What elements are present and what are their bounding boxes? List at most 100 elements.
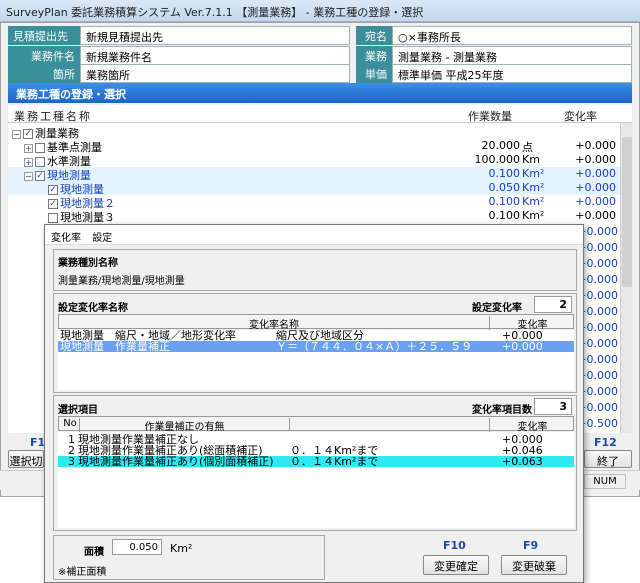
checkbox[interactable] [35, 143, 45, 153]
estimate-to-label: 見積提出先 [8, 26, 80, 45]
setting-title: 設定変化率名称 [58, 303, 128, 314]
select-grid[interactable]: 1 現地測量作業量補正なし +0.000 2 現地測量作業量補正あり(総面積補正) ０．１… [58, 432, 574, 528]
select-rate: +0.000 [502, 434, 543, 445]
select-no: 1 [68, 434, 75, 445]
area-unit: Km² [170, 542, 193, 555]
item-quantity: 0.050 [488, 181, 521, 194]
setting-name: 現地測量 縮尺・地域／地形変化率 [60, 330, 236, 341]
expander-icon[interactable]: + [24, 157, 33, 167]
num-indicator: NUM [584, 474, 626, 489]
rate-setting-dialog: 変化率 設定 業務種別名称 測量業務/現地測量/現地測量 設定変化率名称 設定変… [44, 224, 584, 583]
setting-detail: 縮尺及び地域区分 [276, 330, 364, 341]
select-name: 現地測量作業量補正なし [78, 434, 199, 445]
select-panel: 選択項目 変化率項目数 3 No 作業量補正の有無 変化率 1 現地測量作業量補正… [53, 395, 577, 531]
list-item[interactable]: ✓ 現地測量２ 0.100 Km² +0.000 [8, 195, 620, 210]
expander-icon[interactable]: − [24, 171, 33, 181]
select-row[interactable]: 1 現地測量作業量補正なし +0.000 [58, 434, 574, 445]
setting-row[interactable]: 現地測量 作業量補正 Ｙ＝（７４４．０４×Ａ）＋２５．５９ +0.000 [58, 341, 574, 352]
column-name-header: 業務工種名称 [14, 110, 92, 123]
select-name: 現地測量作業量補正あり(個別面積補正) [78, 456, 274, 467]
area-panel: 面積 Km² ※補正面積 [53, 535, 325, 580]
area-note: ※補正面積 [58, 567, 107, 578]
select-no: 2 [68, 445, 75, 456]
select-row[interactable]: 3 現地測量作業量補正あり(個別面積補正) ０．１４Km²まで +0.063 [58, 456, 574, 467]
scrollbar-thumb[interactable] [622, 137, 632, 287]
unit-price-value: 標準単価 平成25年度 [392, 64, 632, 83]
recipient-value: ○×事務所長 [392, 26, 632, 45]
setting-rate-panel: 設定変化率名称 設定変化率 2 変化率名称 変化率 現地測量 縮尺・地域／地形変… [53, 293, 577, 393]
select-rate: +0.046 [502, 445, 543, 456]
item-rate: +0.000 [575, 139, 616, 152]
list-scrollbar[interactable] [620, 123, 632, 433]
item-quantity: 100.000 [474, 153, 521, 166]
checkbox[interactable] [35, 157, 45, 167]
select-title: 選択項目 [58, 405, 98, 416]
checkbox[interactable]: ✓ [48, 199, 58, 209]
setting-grid[interactable]: 現地測量 縮尺・地域／地形変化率 縮尺及び地域区分 +0.000 現地測量 作業量補正… [58, 330, 574, 390]
checkbox[interactable]: ✓ [35, 171, 45, 181]
window-controls [576, 3, 636, 19]
setting-rate-header: 変化率 [489, 316, 575, 331]
discard-change-button[interactable]: 変更破棄 [501, 555, 567, 575]
location-label: 箇所 [8, 64, 80, 83]
select-detail: ０．１４Km²まで [290, 456, 379, 467]
list-item[interactable]: + 基準点測量 20.000 点 +0.000 [8, 139, 620, 154]
business-value: 測量業務 - 測量業務 [392, 46, 632, 65]
item-quantity: 0.100 [488, 195, 521, 208]
setting-count-label: 設定変化率 [472, 303, 522, 314]
exit-button[interactable]: 終了 [584, 450, 632, 468]
list-item[interactable]: ✓ 現地測量 0.050 Km² +0.000 [8, 181, 620, 196]
setting-rate: +0.000 [502, 330, 543, 341]
expander-icon[interactable]: + [24, 143, 33, 153]
location-value: 業務箇所 [80, 64, 350, 83]
project-name-label: 業務件名 [8, 46, 80, 65]
item-quantity: 0.100 [488, 167, 521, 180]
item-rate: +0.000 [575, 209, 616, 222]
category-value: 測量業務/現地測量/現地測量 [58, 276, 185, 287]
unit-price-label: 単価 [356, 64, 392, 83]
expander-icon[interactable]: − [12, 129, 21, 139]
estimate-to-value: 新規見積提出先 [80, 26, 350, 45]
column-quantity-header: 作業数量 [468, 110, 512, 123]
window-title: SurveyPlan 委託業務積算システム Ver.7.1.1 【測量業務】 -… [0, 0, 640, 22]
select-no-header: No [63, 418, 77, 429]
item-unit: Km² [522, 209, 545, 222]
item-rate: +0.000 [575, 195, 616, 208]
menu-settings[interactable]: 設定 [92, 233, 112, 244]
checkbox[interactable]: ✓ [23, 129, 33, 139]
f1-key-label: F1 [30, 436, 46, 449]
item-rate: +0.000 [575, 153, 616, 166]
select-toggle-button[interactable]: 選択切 [8, 450, 44, 468]
area-input[interactable] [112, 539, 162, 555]
select-count: 3 [534, 398, 572, 415]
checkbox[interactable] [48, 213, 58, 223]
select-count-label: 変化率項目数 [472, 405, 532, 416]
setting-name-header: 変化率名称 [249, 320, 299, 331]
item-unit: Km² [522, 195, 545, 208]
setting-name: 現地測量 作業量補正 [60, 341, 170, 352]
checkbox[interactable]: ✓ [48, 185, 58, 195]
confirm-change-button[interactable]: 変更確定 [423, 555, 489, 575]
item-rate: +0.000 [575, 167, 616, 180]
list-item[interactable]: − ✓ 測量業務 [8, 125, 620, 140]
dialog-menubar: 変化率 設定 [45, 225, 583, 245]
select-rate-header: 変化率 [489, 418, 575, 433]
item-unit: Km² [522, 181, 545, 194]
item-rate: +0.000 [575, 181, 616, 194]
area-label: 面積 [84, 547, 104, 558]
setting-row[interactable]: 現地測量 縮尺・地域／地形変化率 縮尺及び地域区分 +0.000 [58, 330, 574, 341]
menu-rate[interactable]: 変化率 [51, 233, 81, 244]
select-row[interactable]: 2 現地測量作業量補正あり(総面積補正) ０．１４Km²まで +0.046 [58, 445, 574, 456]
recipient-label: 宛名 [356, 26, 392, 45]
list-item[interactable]: − ✓ 現地測量 0.100 Km² +0.000 [8, 167, 620, 182]
item-label: 現地測量３ [60, 211, 115, 224]
select-no: 3 [68, 456, 75, 467]
list-item[interactable]: + 水準測量 100.000 Km +0.000 [8, 153, 620, 168]
f9-key-label: F9 [523, 539, 539, 552]
category-title: 業務種別名称 [58, 258, 118, 269]
list-item[interactable]: 現地測量３ 0.100 Km² +0.000 [8, 209, 620, 224]
project-name-value: 新規業務件名 [80, 46, 350, 65]
f12-key-label: F12 [594, 436, 617, 449]
category-panel: 業務種別名称 測量業務/現地測量/現地測量 [53, 249, 577, 291]
select-name-header: 作業量補正の有無 [79, 418, 289, 433]
